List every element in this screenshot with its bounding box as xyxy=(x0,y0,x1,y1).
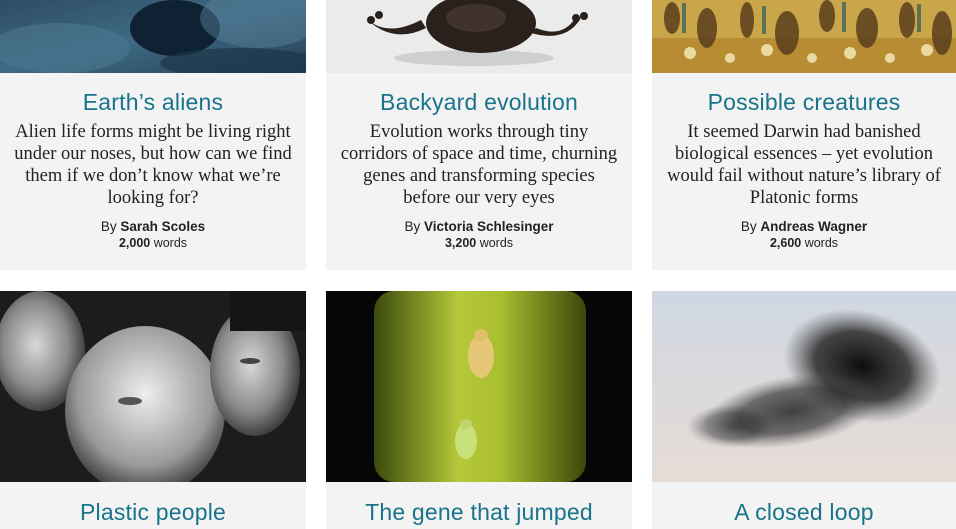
words-label: words xyxy=(804,236,839,250)
article-title[interactable]: Earth’s aliens xyxy=(0,88,306,116)
word-count: 3,200 words xyxy=(326,235,632,252)
word-count: 2,600 words xyxy=(652,235,956,252)
word-count-value: 3,200 xyxy=(444,236,477,250)
by-label: By xyxy=(100,219,117,234)
by-label: By xyxy=(404,219,421,234)
article-description: It seemed Darwin had banished biological… xyxy=(667,122,941,208)
words-label: words xyxy=(479,236,514,250)
article-description: Evolution works through tiny corridors o… xyxy=(340,122,618,208)
author-name[interactable]: Victoria Schlesinger xyxy=(424,219,554,234)
illustrated-creatures-image xyxy=(652,0,956,73)
word-count: 2,000 words xyxy=(0,235,306,252)
article-card-backyard-evolution[interactable]: Backyard evolution Evolution works throu… xyxy=(326,0,632,270)
article-card-possible-creatures[interactable]: Possible creatures It seemed Darwin had … xyxy=(652,0,956,270)
article-title[interactable]: Plastic people xyxy=(0,498,306,526)
article-title[interactable]: Possible creatures xyxy=(652,88,956,116)
article-byline: By Andreas Wagner xyxy=(652,218,956,235)
article-title[interactable]: A closed loop xyxy=(652,498,956,526)
article-byline: By Sarah Scoles xyxy=(0,218,306,235)
article-title[interactable]: The gene that jumped xyxy=(326,498,632,526)
by-label: By xyxy=(740,219,757,234)
words-label: words xyxy=(153,236,188,250)
article-card-gene-that-jumped[interactable]: The gene that jumped xyxy=(326,291,632,529)
word-count-value: 2,600 xyxy=(769,236,802,250)
article-card-closed-loop[interactable]: A closed loop xyxy=(652,291,956,529)
mannequin-faces-image xyxy=(0,291,306,482)
underwater-rock-image xyxy=(0,0,306,73)
author-name[interactable]: Sarah Scoles xyxy=(120,219,205,234)
article-card-earths-aliens[interactable]: Earth’s aliens Alien life forms might be… xyxy=(0,0,306,270)
article-description: Alien life forms might be living right u… xyxy=(14,122,292,208)
salamander-image xyxy=(326,0,632,73)
article-card-plastic-people[interactable]: Plastic people xyxy=(0,291,306,529)
article-byline: By Victoria Schlesinger xyxy=(326,218,632,235)
author-name[interactable]: Andreas Wagner xyxy=(760,219,867,234)
word-count-value: 2,000 xyxy=(118,236,151,250)
aphids-on-stem-image xyxy=(326,291,632,482)
starling-murmuration-image xyxy=(652,291,956,482)
article-title[interactable]: Backyard evolution xyxy=(326,88,632,116)
